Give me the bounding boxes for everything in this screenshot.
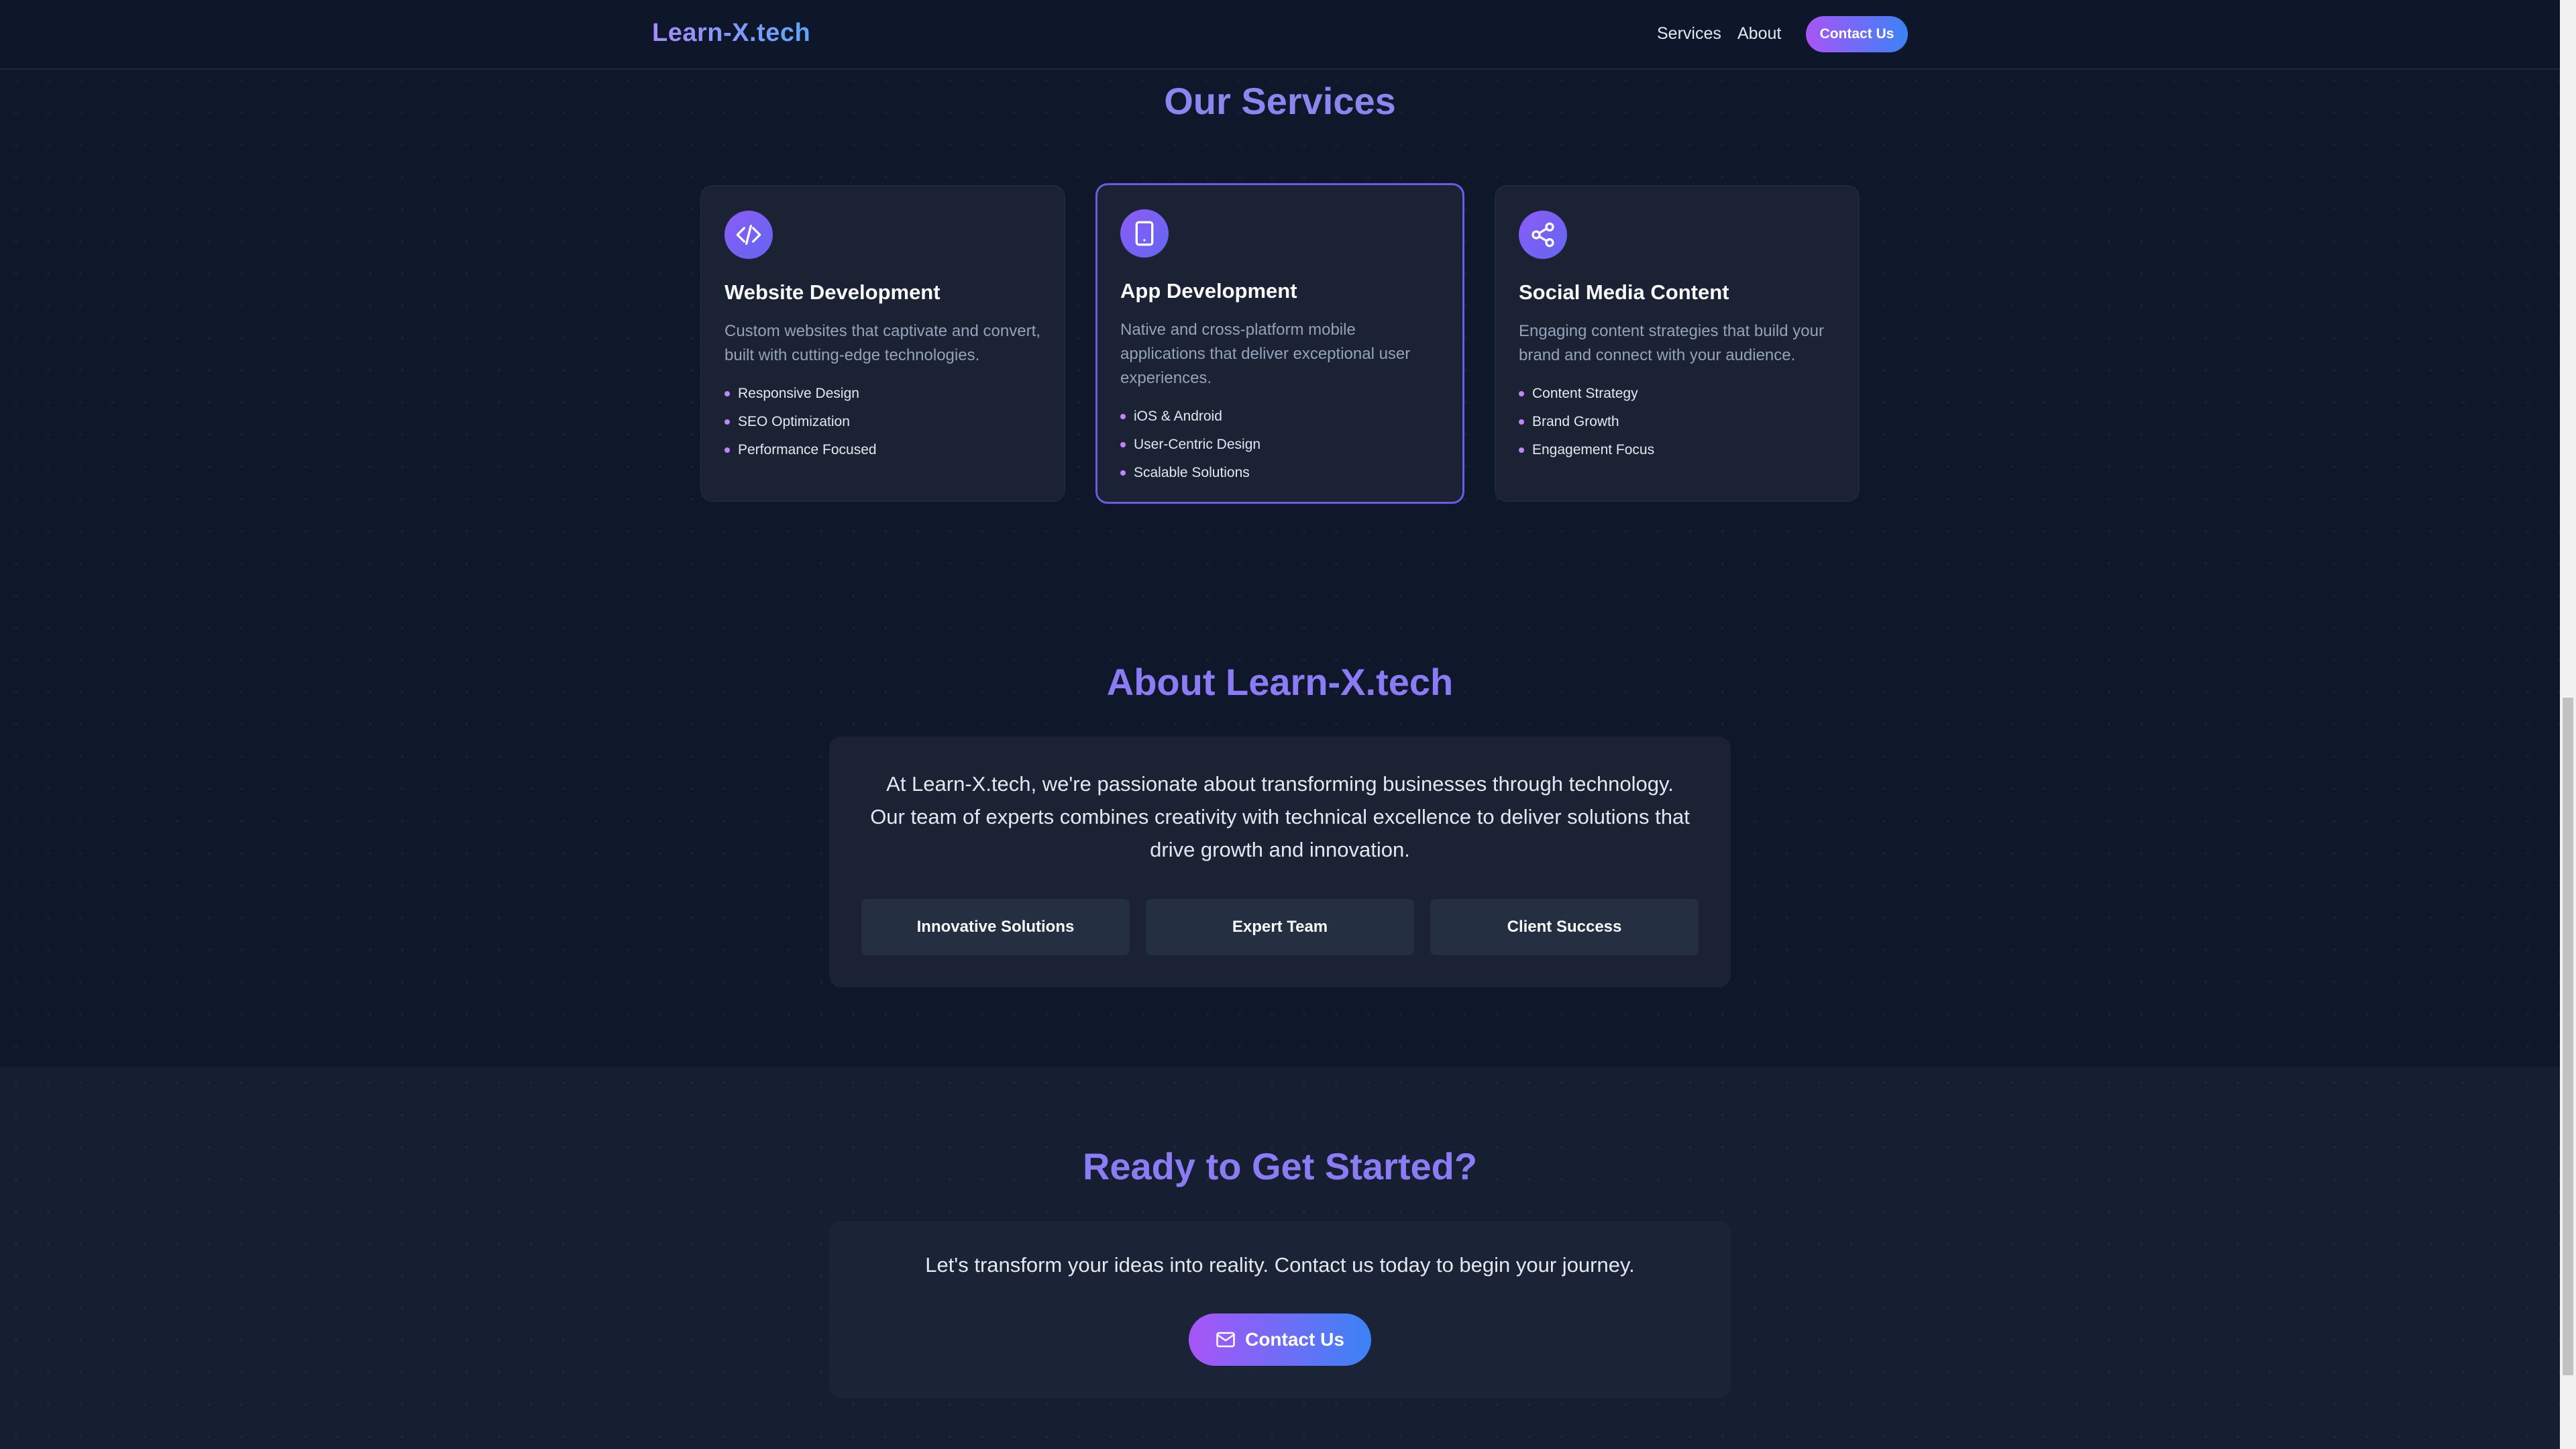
scrollbar-track[interactable] bbox=[2560, 0, 2576, 1449]
services-title: Our Services bbox=[1164, 80, 1396, 122]
share-icon bbox=[1519, 211, 1567, 259]
feature-item: Scalable Solutions bbox=[1120, 459, 1440, 487]
brand-logo[interactable]: Learn-X.tech bbox=[652, 19, 810, 48]
card-description: Custom websites that captivate and conve… bbox=[724, 322, 1040, 364]
nav-contact-button[interactable]: Contact Us bbox=[1806, 16, 1908, 52]
contact-us-label: Contact Us bbox=[1245, 1329, 1344, 1350]
card-title: App Development bbox=[1120, 279, 1297, 303]
card-title: Social Media Content bbox=[1519, 280, 1729, 304]
nav-link-services[interactable]: Services bbox=[1657, 24, 1721, 44]
service-card-app[interactable]: App Development Native and cross-platfor… bbox=[1095, 183, 1464, 504]
cta-text: Let's transform your ideas into reality.… bbox=[925, 1253, 1635, 1277]
service-card-social[interactable]: Social Media Content Engaging content st… bbox=[1495, 185, 1860, 502]
pill-client-success: Client Success bbox=[1430, 899, 1699, 955]
nav-link-about[interactable]: About bbox=[1737, 24, 1781, 44]
scrollbar-thumb[interactable] bbox=[2563, 698, 2573, 1375]
contact-us-button[interactable]: Contact Us bbox=[1189, 1313, 1371, 1366]
about-panel: At Learn-X.tech, we're passionate about … bbox=[829, 737, 1731, 987]
page: Learn-X.tech Services About Contact Us O… bbox=[0, 0, 2560, 1449]
pill-innovative-solutions: Innovative Solutions bbox=[861, 899, 1130, 955]
feature-item: Performance Focused bbox=[724, 436, 1041, 464]
feature-item: Brand Growth bbox=[1519, 408, 1835, 436]
feature-item: SEO Optimization bbox=[724, 408, 1041, 436]
about-text: At Learn-X.tech, we're passionate about … bbox=[870, 772, 1690, 861]
feature-item: Responsive Design bbox=[724, 380, 1041, 408]
card-description: Native and cross-platform mobile applica… bbox=[1120, 321, 1411, 387]
cta-panel: Let's transform your ideas into reality.… bbox=[829, 1221, 1731, 1398]
about-title: About Learn-X.tech bbox=[1106, 661, 1454, 703]
mail-icon bbox=[1216, 1332, 1235, 1348]
top-navbar: Learn-X.tech Services About Contact Us bbox=[0, 0, 2560, 70]
feature-list: iOS & Android User-Centric Design Scalab… bbox=[1120, 402, 1440, 487]
service-card-website[interactable]: Website Development Custom websites that… bbox=[700, 185, 1065, 502]
feature-item: Engagement Focus bbox=[1519, 436, 1835, 464]
cta-title: Ready to Get Started? bbox=[1082, 1145, 1478, 1187]
feature-list: Responsive Design SEO Optimization Perfo… bbox=[724, 380, 1041, 464]
card-title: Website Development bbox=[724, 280, 941, 304]
feature-item: User-Centric Design bbox=[1120, 431, 1440, 459]
smartphone-icon bbox=[1120, 209, 1169, 258]
pill-expert-team: Expert Team bbox=[1146, 899, 1414, 955]
feature-item: Content Strategy bbox=[1519, 380, 1835, 408]
feature-item: iOS & Android bbox=[1120, 402, 1440, 431]
card-description: Engaging content strategies that build y… bbox=[1519, 322, 1824, 364]
feature-list: Content Strategy Brand Growth Engagement… bbox=[1519, 380, 1835, 464]
code-icon bbox=[724, 211, 773, 259]
